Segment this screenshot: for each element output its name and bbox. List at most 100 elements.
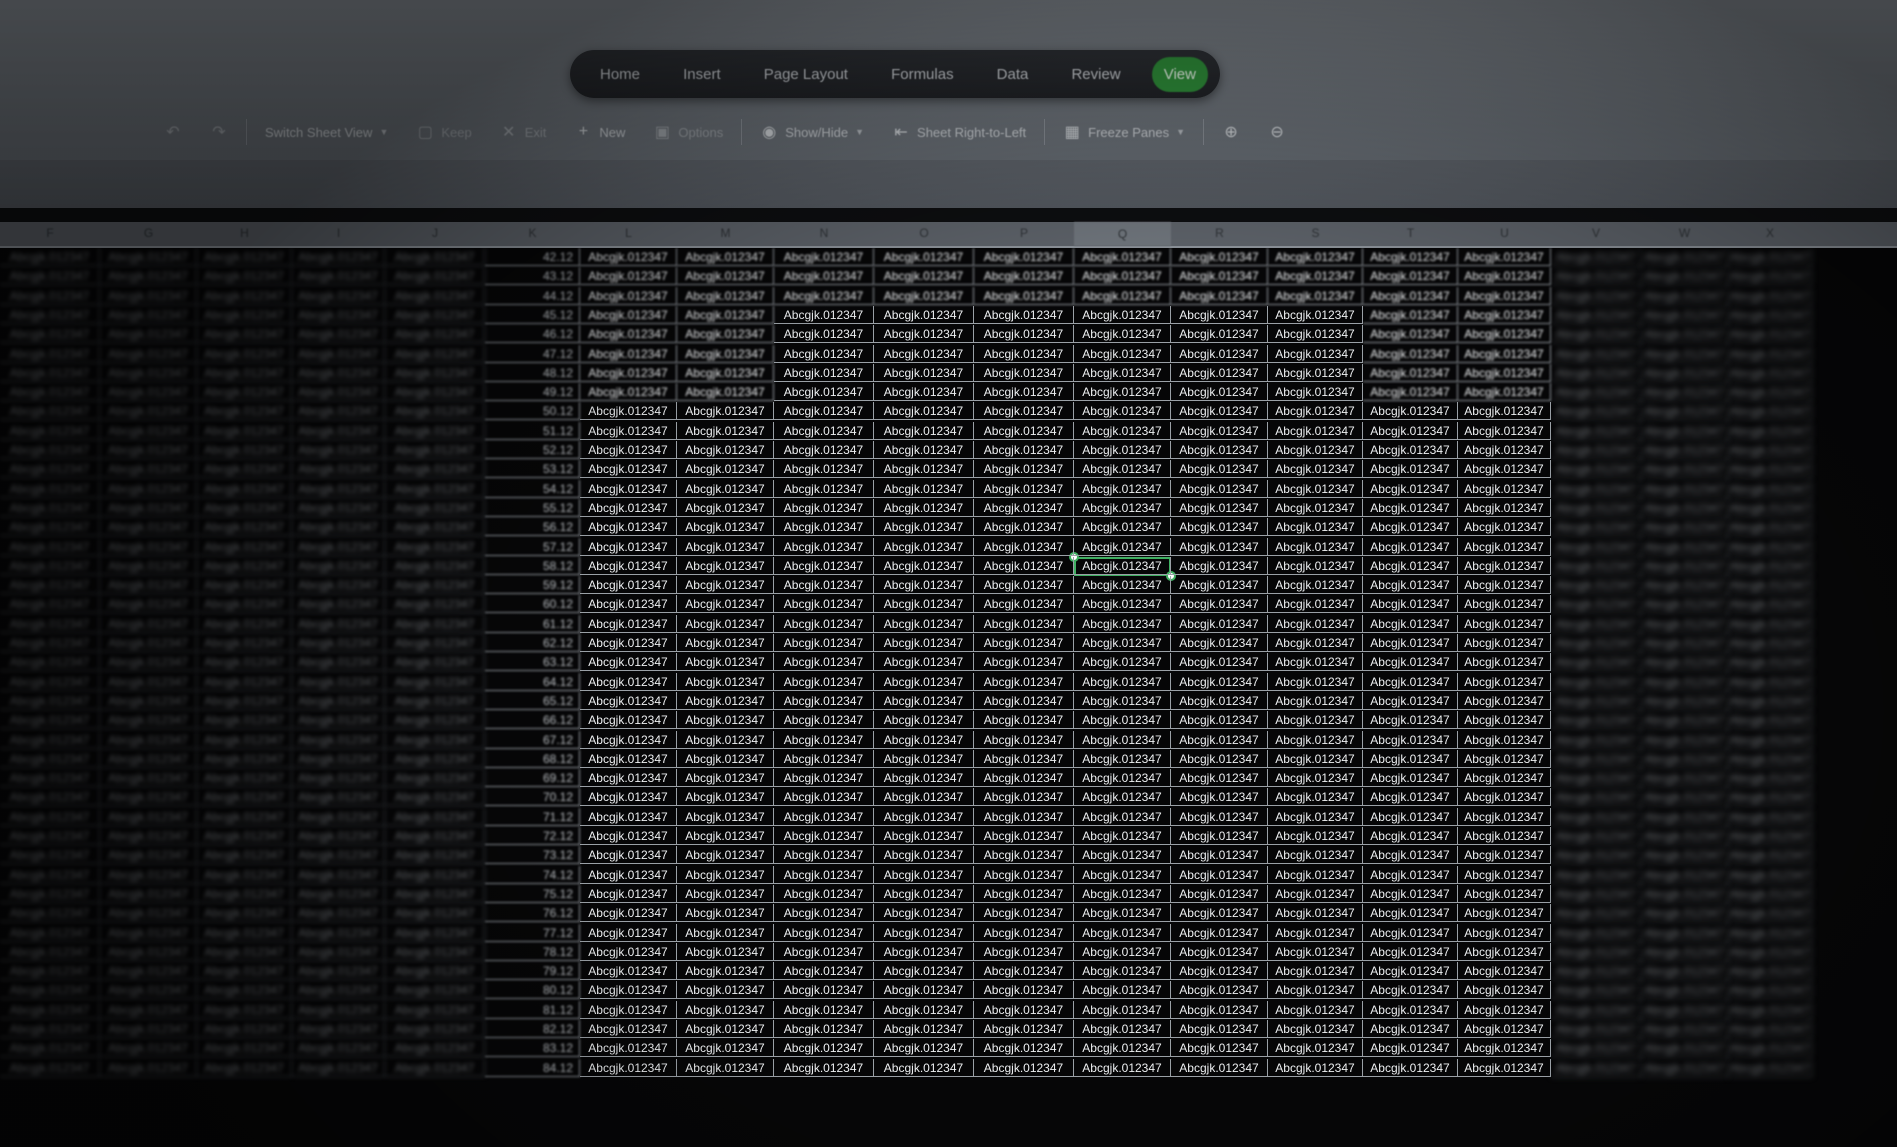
cell-n[interactable]: Abcgjk.012347 [774, 691, 874, 710]
tab-review[interactable]: Review [1059, 57, 1132, 92]
cell-i[interactable]: Abcgjk.012347 [292, 537, 385, 556]
cell-v[interactable]: Abcgjk.012347 [1551, 286, 1641, 305]
cell-f[interactable]: Abcgjk.012347 [0, 827, 100, 845]
cell-p[interactable]: Abcgjk.012347 [974, 518, 1074, 537]
cell-u[interactable]: Abcgjk.012347 [1458, 441, 1551, 459]
cell-o[interactable]: Abcgjk.012347 [874, 402, 974, 421]
cell-v[interactable]: Abcgjk.012347 [1551, 942, 1641, 961]
cell-h[interactable]: Abcgjk.012347 [197, 827, 292, 845]
cell-l[interactable]: Abcgjk.012347 [580, 981, 677, 1000]
cell-j[interactable]: Abcgjk.012347 [385, 749, 485, 768]
cell-h[interactable]: Abcgjk.012347 [197, 595, 292, 614]
cell-g[interactable]: Abcgjk.012347 [100, 749, 197, 768]
cell-o[interactable]: Abcgjk.012347 [874, 1020, 974, 1038]
cell-t[interactable]: Abcgjk.012347 [1363, 1039, 1458, 1058]
cell-f[interactable]: Abcgjk.012347 [0, 576, 100, 595]
cell-k-value[interactable]: 64.12 [485, 672, 580, 691]
cell-l[interactable]: Abcgjk.012347 [580, 1039, 677, 1058]
cell-l[interactable]: Abcgjk.012347 [580, 942, 677, 961]
cell-p[interactable]: Abcgjk.012347 [974, 344, 1074, 363]
cell-v[interactable]: Abcgjk.012347 [1551, 962, 1641, 981]
cell-u[interactable]: Abcgjk.012347 [1458, 884, 1551, 903]
cell-o[interactable]: Abcgjk.012347 [874, 807, 974, 826]
cell-f[interactable]: Abcgjk.012347 [0, 460, 100, 479]
cell-i[interactable]: Abcgjk.012347 [292, 846, 385, 865]
cell-v[interactable]: Abcgjk.012347 [1551, 325, 1641, 344]
cell-n[interactable]: Abcgjk.012347 [774, 498, 874, 517]
cell-m[interactable]: Abcgjk.012347 [677, 865, 774, 884]
cell-u[interactable]: Abcgjk.012347 [1458, 653, 1551, 672]
cell-o[interactable]: Abcgjk.012347 [874, 884, 974, 903]
cell-s[interactable]: Abcgjk.012347 [1268, 653, 1363, 672]
cell-u[interactable]: Abcgjk.012347 [1458, 962, 1551, 981]
cell-p[interactable]: Abcgjk.012347 [974, 1020, 1074, 1038]
cell-k-value[interactable]: 75.12 [485, 884, 580, 903]
cell-s[interactable]: Abcgjk.012347 [1268, 788, 1363, 807]
cell-s[interactable]: Abcgjk.012347 [1268, 711, 1363, 730]
cell-x[interactable]: Abcgjk.012347 [1728, 344, 1812, 363]
cell-t[interactable]: Abcgjk.012347 [1363, 884, 1458, 903]
cell-o[interactable]: Abcgjk.012347 [874, 383, 974, 402]
cell-x[interactable]: Abcgjk.012347 [1728, 402, 1812, 421]
cell-r[interactable]: Abcgjk.012347 [1171, 827, 1268, 845]
cell-j[interactable]: Abcgjk.012347 [385, 286, 485, 305]
cell-w[interactable]: Abcgjk.012347 [1641, 460, 1728, 479]
cell-g[interactable]: Abcgjk.012347 [100, 981, 197, 1000]
cell-o[interactable]: Abcgjk.012347 [874, 556, 974, 575]
cell-p[interactable]: Abcgjk.012347 [974, 421, 1074, 440]
cell-w[interactable]: Abcgjk.012347 [1641, 421, 1728, 440]
cell-r[interactable]: Abcgjk.012347 [1171, 981, 1268, 1000]
cell-j[interactable]: Abcgjk.012347 [385, 363, 485, 382]
cell-o[interactable]: Abcgjk.012347 [874, 653, 974, 672]
cell-q[interactable]: Abcgjk.012347 [1074, 421, 1171, 440]
cell-s[interactable]: Abcgjk.012347 [1268, 421, 1363, 440]
cell-w[interactable]: Abcgjk.012347 [1641, 788, 1728, 807]
tab-formulas[interactable]: Formulas [879, 57, 966, 92]
cell-w[interactable]: Abcgjk.012347 [1641, 595, 1728, 614]
cell-i[interactable]: Abcgjk.012347 [292, 634, 385, 652]
cell-x[interactable]: Abcgjk.012347 [1728, 305, 1812, 324]
cell-r[interactable]: Abcgjk.012347 [1171, 383, 1268, 402]
cell-g[interactable]: Abcgjk.012347 [100, 325, 197, 344]
cell-s[interactable]: Abcgjk.012347 [1268, 634, 1363, 652]
cell-t[interactable]: Abcgjk.012347 [1363, 904, 1458, 923]
cell-n[interactable]: Abcgjk.012347 [774, 827, 874, 845]
cell-f[interactable]: Abcgjk.012347 [0, 749, 100, 768]
cell-l[interactable]: Abcgjk.012347 [580, 383, 677, 402]
cell-f[interactable]: Abcgjk.012347 [0, 981, 100, 1000]
cell-g[interactable]: Abcgjk.012347 [100, 865, 197, 884]
cell-r[interactable]: Abcgjk.012347 [1171, 769, 1268, 788]
cell-t[interactable]: Abcgjk.012347 [1363, 788, 1458, 807]
cell-p[interactable]: Abcgjk.012347 [974, 556, 1074, 575]
cell-n[interactable]: Abcgjk.012347 [774, 518, 874, 537]
cell-x[interactable]: Abcgjk.012347 [1728, 383, 1812, 402]
cell-u[interactable]: Abcgjk.012347 [1458, 1000, 1551, 1019]
cell-j[interactable]: Abcgjk.012347 [385, 518, 485, 537]
cell-r[interactable]: Abcgjk.012347 [1171, 344, 1268, 363]
cell-g[interactable]: Abcgjk.012347 [100, 904, 197, 923]
cell-n[interactable]: Abcgjk.012347 [774, 981, 874, 1000]
cell-o[interactable]: Abcgjk.012347 [874, 846, 974, 865]
cell-g[interactable]: Abcgjk.012347 [100, 672, 197, 691]
cell-k-value[interactable]: 43.12 [485, 267, 580, 286]
cell-o[interactable]: Abcgjk.012347 [874, 634, 974, 652]
cell-o[interactable]: Abcgjk.012347 [874, 904, 974, 923]
cell-i[interactable]: Abcgjk.012347 [292, 769, 385, 788]
cell-h[interactable]: Abcgjk.012347 [197, 614, 292, 633]
cell-g[interactable]: Abcgjk.012347 [100, 441, 197, 459]
cell-r[interactable]: Abcgjk.012347 [1171, 1000, 1268, 1019]
cell-q[interactable]: Abcgjk.012347 [1074, 807, 1171, 826]
cell-g[interactable]: Abcgjk.012347 [100, 769, 197, 788]
cell-n[interactable]: Abcgjk.012347 [774, 730, 874, 749]
cell-l[interactable]: Abcgjk.012347 [580, 730, 677, 749]
cell-i[interactable]: Abcgjk.012347 [292, 827, 385, 845]
cell-r[interactable]: Abcgjk.012347 [1171, 634, 1268, 652]
cell-m[interactable]: Abcgjk.012347 [677, 460, 774, 479]
cell-u[interactable]: Abcgjk.012347 [1458, 981, 1551, 1000]
cell-i[interactable]: Abcgjk.012347 [292, 595, 385, 614]
cell-s[interactable]: Abcgjk.012347 [1268, 556, 1363, 575]
cell-s[interactable]: Abcgjk.012347 [1268, 672, 1363, 691]
cell-p[interactable]: Abcgjk.012347 [974, 460, 1074, 479]
cell-p[interactable]: Abcgjk.012347 [974, 402, 1074, 421]
cell-h[interactable]: Abcgjk.012347 [197, 1039, 292, 1058]
